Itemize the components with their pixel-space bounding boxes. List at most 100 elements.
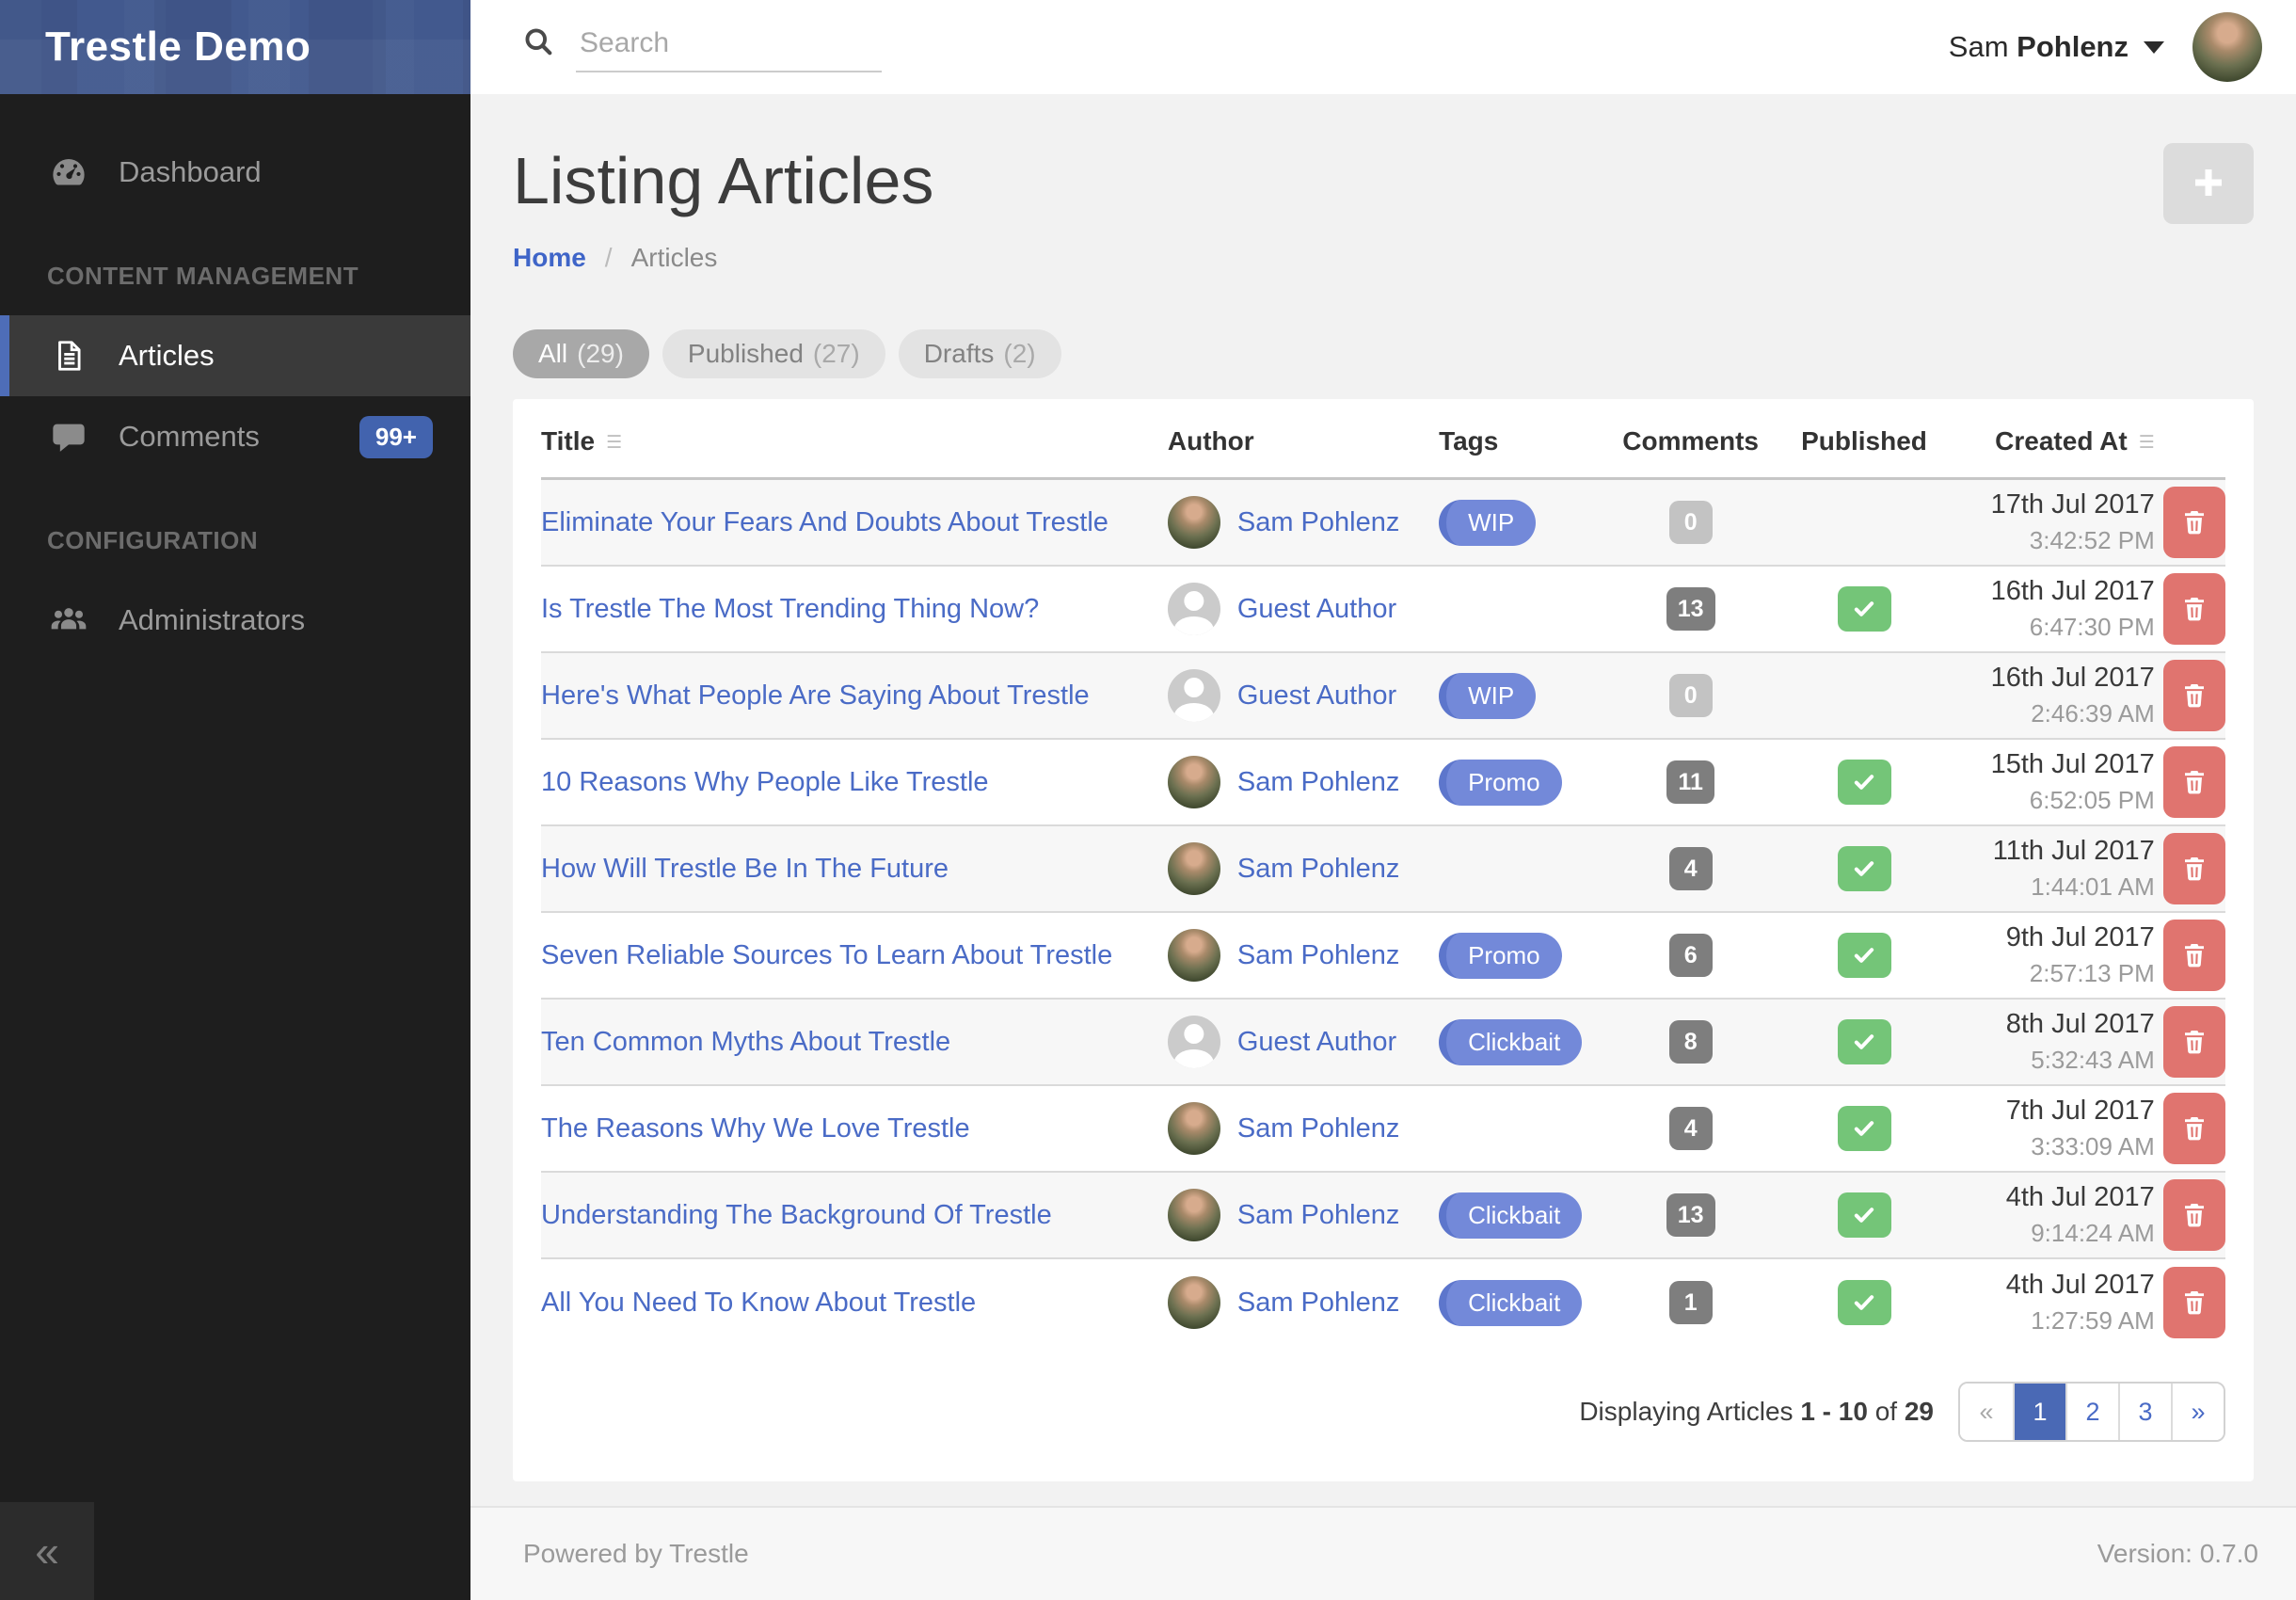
- article-title-link[interactable]: The Reasons Why We Love Trestle: [541, 1113, 970, 1144]
- title-cell: Is Trestle The Most Trending Thing Now?: [541, 594, 1168, 625]
- created-time: 2:46:39 AM: [2031, 699, 2155, 728]
- author-link[interactable]: Sam Pohlenz: [1237, 940, 1400, 971]
- delete-button[interactable]: [2162, 660, 2225, 731]
- delete-button[interactable]: [2162, 1093, 2225, 1164]
- breadcrumb-home-link[interactable]: Home: [513, 243, 586, 273]
- pager-page-1[interactable]: 1: [2013, 1384, 2065, 1440]
- tab-published[interactable]: Published (27): [662, 329, 885, 378]
- delete-button[interactable]: [2162, 920, 2225, 991]
- trash-icon: [2184, 1291, 2204, 1315]
- trash-icon: [2184, 511, 2204, 535]
- table-row: 10 Reasons Why People Like Trestle Sam P…: [541, 740, 2225, 826]
- check-icon: [1854, 1208, 1874, 1223]
- author-cell: Sam Pohlenz: [1167, 929, 1439, 982]
- table-row: Ten Common Myths About Trestle Guest Aut…: [541, 1000, 2225, 1086]
- comments-count-badge: 6: [1668, 934, 1713, 977]
- author-avatar: [1167, 583, 1220, 635]
- comments-count-badge: 13: [1666, 1193, 1715, 1237]
- author-link[interactable]: Sam Pohlenz: [1237, 1288, 1400, 1319]
- article-title-link[interactable]: How Will Trestle Be In The Future: [541, 854, 949, 885]
- add-article-button[interactable]: [2163, 143, 2254, 224]
- delete-button[interactable]: [2162, 1006, 2225, 1078]
- delete-button[interactable]: [2162, 833, 2225, 904]
- sidebar-collapse-button[interactable]: «: [0, 1502, 94, 1600]
- tags-cell: Clickbait: [1439, 1192, 1601, 1239]
- created-time: 9:14:24 AM: [2031, 1219, 2155, 1247]
- trash-icon: [2184, 944, 2204, 968]
- sidebar-item-articles[interactable]: Articles: [0, 315, 470, 396]
- search-bar: [521, 22, 882, 72]
- published-check-badge: [1837, 933, 1891, 978]
- comments-count-badge: 13: [1666, 587, 1715, 631]
- pager-page-3[interactable]: 3: [2118, 1384, 2171, 1440]
- table-row: The Reasons Why We Love Trestle Sam Pohl…: [541, 1086, 2225, 1173]
- comments-cell: 13: [1601, 587, 1781, 631]
- search-input[interactable]: [576, 22, 882, 72]
- tags-cell: Clickbait: [1439, 1279, 1601, 1326]
- sidebar-item-administrators[interactable]: Administrators: [0, 580, 470, 661]
- author-link[interactable]: Guest Author: [1237, 594, 1396, 625]
- published-cell: [1780, 1192, 1947, 1238]
- author-link[interactable]: Sam Pohlenz: [1237, 767, 1400, 798]
- article-title-link[interactable]: 10 Reasons Why People Like Trestle: [541, 767, 989, 798]
- author-link[interactable]: Guest Author: [1237, 1027, 1396, 1058]
- author-avatar: [1167, 1276, 1220, 1329]
- article-title-link[interactable]: Is Trestle The Most Trending Thing Now?: [541, 594, 1039, 625]
- created-time: 1:27:59 AM: [2031, 1306, 2155, 1335]
- created-date: 11th Jul 2017: [1992, 836, 2155, 866]
- created-time: 6:52:05 PM: [2029, 786, 2155, 814]
- created-at-cell: 16th Jul 2017 6:47:30 PM: [1948, 576, 2155, 642]
- pagination-summary: Displaying Articles 1 - 10 of 29: [1579, 1397, 1934, 1426]
- comments-cell: 4: [1601, 847, 1781, 890]
- sidebar-item-dashboard[interactable]: Dashboard: [0, 132, 470, 213]
- sidebar-item-label: Administrators: [119, 603, 306, 636]
- created-date: 4th Jul 2017: [2005, 1182, 2155, 1212]
- created-at-cell: 4th Jul 2017 9:14:24 AM: [1948, 1182, 2155, 1248]
- user-menu[interactable]: Sam Pohlenz: [1949, 12, 2262, 82]
- published-cell: [1780, 933, 1947, 978]
- author-link[interactable]: Sam Pohlenz: [1237, 1200, 1400, 1231]
- published-cell: [1780, 760, 1947, 805]
- tab-drafts[interactable]: Drafts (2): [898, 329, 1061, 378]
- sidebar-item-comments[interactable]: Comments 99+: [0, 396, 470, 477]
- breadcrumb: Home / Articles: [513, 243, 2254, 273]
- user-avatar[interactable]: [2192, 12, 2262, 82]
- tag-badge: Promo: [1439, 759, 1562, 806]
- published-check-badge: [1837, 586, 1891, 632]
- delete-button[interactable]: [2162, 487, 2225, 558]
- table-row: Eliminate Your Fears And Doubts About Tr…: [541, 480, 2225, 567]
- comments-count-badge: 4: [1668, 1107, 1713, 1150]
- table-row: Here's What People Are Saying About Tres…: [541, 653, 2225, 740]
- author-link[interactable]: Guest Author: [1237, 680, 1396, 712]
- delete-button[interactable]: [2162, 1267, 2225, 1338]
- created-at-cell: 16th Jul 2017 2:46:39 AM: [1948, 663, 2155, 728]
- article-title-link[interactable]: Seven Reliable Sources To Learn About Tr…: [541, 940, 1112, 971]
- delete-button[interactable]: [2162, 746, 2225, 818]
- author-link[interactable]: Sam Pohlenz: [1237, 507, 1400, 538]
- check-icon: [1854, 1034, 1874, 1049]
- author-link[interactable]: Sam Pohlenz: [1237, 1113, 1400, 1144]
- breadcrumb-separator: /: [604, 243, 613, 272]
- author-link[interactable]: Sam Pohlenz: [1237, 854, 1400, 885]
- pager-page-2[interactable]: 2: [2065, 1384, 2118, 1440]
- article-title-link[interactable]: Eliminate Your Fears And Doubts About Tr…: [541, 507, 1108, 538]
- tab-all[interactable]: All (29): [513, 329, 649, 378]
- sort-icon: ☰: [2138, 433, 2155, 453]
- tag-badge: Clickbait: [1439, 1018, 1583, 1065]
- article-title-link[interactable]: Understanding The Background Of Trestle: [541, 1200, 1052, 1231]
- author-cell: Sam Pohlenz: [1167, 842, 1439, 895]
- check-icon: [1854, 1295, 1874, 1310]
- article-title-link[interactable]: Here's What People Are Saying About Tres…: [541, 680, 1090, 712]
- column-header-title[interactable]: Title ☰: [541, 426, 1168, 456]
- sort-icon: ☰: [606, 433, 623, 453]
- article-title-link[interactable]: Ten Common Myths About Trestle: [541, 1027, 950, 1058]
- pager-prev-button: «: [1960, 1384, 2013, 1440]
- title-cell: Eliminate Your Fears And Doubts About Tr…: [541, 507, 1168, 538]
- delete-button[interactable]: [2162, 1179, 2225, 1251]
- brand-header[interactable]: Trestle Demo: [0, 0, 470, 94]
- column-header-created-at[interactable]: Created At ☰: [1948, 426, 2155, 456]
- delete-button[interactable]: [2162, 573, 2225, 645]
- title-cell: Understanding The Background Of Trestle: [541, 1200, 1168, 1231]
- article-title-link[interactable]: All You Need To Know About Trestle: [541, 1288, 976, 1319]
- pager-next-button[interactable]: »: [2171, 1384, 2224, 1440]
